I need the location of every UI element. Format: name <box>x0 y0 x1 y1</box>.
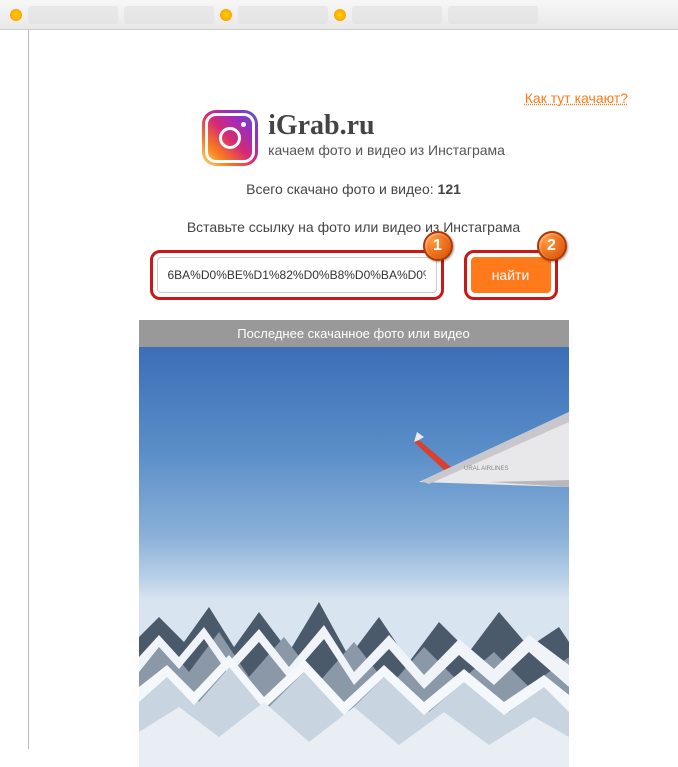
input-highlight: 1 <box>150 250 444 300</box>
browser-tab[interactable] <box>238 6 328 24</box>
favicon-icon <box>334 9 346 21</box>
stats-label: Всего скачано фото и видео: <box>246 181 437 197</box>
browser-tab[interactable] <box>448 6 538 24</box>
browser-tab[interactable] <box>124 6 214 24</box>
favicon-icon <box>220 9 232 21</box>
search-form: 1 2 найти <box>49 250 658 300</box>
stats-count: 121 <box>438 181 461 197</box>
brand-subtitle: качаем фото и видео из Инстаграма <box>268 142 505 158</box>
last-downloaded-title: Последнее скачанное фото или видео <box>139 320 569 347</box>
help-link[interactable]: Как тут качают? <box>525 90 628 106</box>
airplane-wing-illustration: URAL AIRLINES <box>369 392 569 492</box>
browser-tab-bar <box>0 0 678 30</box>
brand-text: iGrab.ru качаем фото и видео из Инстагра… <box>268 110 505 158</box>
brand-header: iGrab.ru качаем фото и видео из Инстагра… <box>49 110 658 166</box>
last-downloaded-section: Последнее скачанное фото или видео URAL … <box>139 320 569 767</box>
browser-tab[interactable] <box>352 6 442 24</box>
step-badge-2: 2 <box>537 231 567 261</box>
instagram-icon <box>202 110 258 166</box>
step-badge-1: 1 <box>423 231 453 261</box>
brand-title: iGrab.ru <box>268 110 505 142</box>
stats-line: Всего скачано фото и видео: 121 <box>49 181 658 197</box>
browser-tab[interactable] <box>28 6 118 24</box>
last-downloaded-photo[interactable]: URAL AIRLINES <box>139 347 569 767</box>
url-input[interactable] <box>157 257 437 293</box>
button-highlight: 2 найти <box>464 250 558 300</box>
page-content: Как тут качают? iGrab.ru качаем фото и в… <box>28 30 678 749</box>
mountains-illustration <box>139 557 569 767</box>
find-button[interactable]: найти <box>471 257 551 293</box>
favicon-icon <box>10 9 22 21</box>
svg-text:URAL AIRLINES: URAL AIRLINES <box>464 466 508 472</box>
instruction-text: Вставьте ссылку на фото или видео из Инс… <box>49 219 658 235</box>
